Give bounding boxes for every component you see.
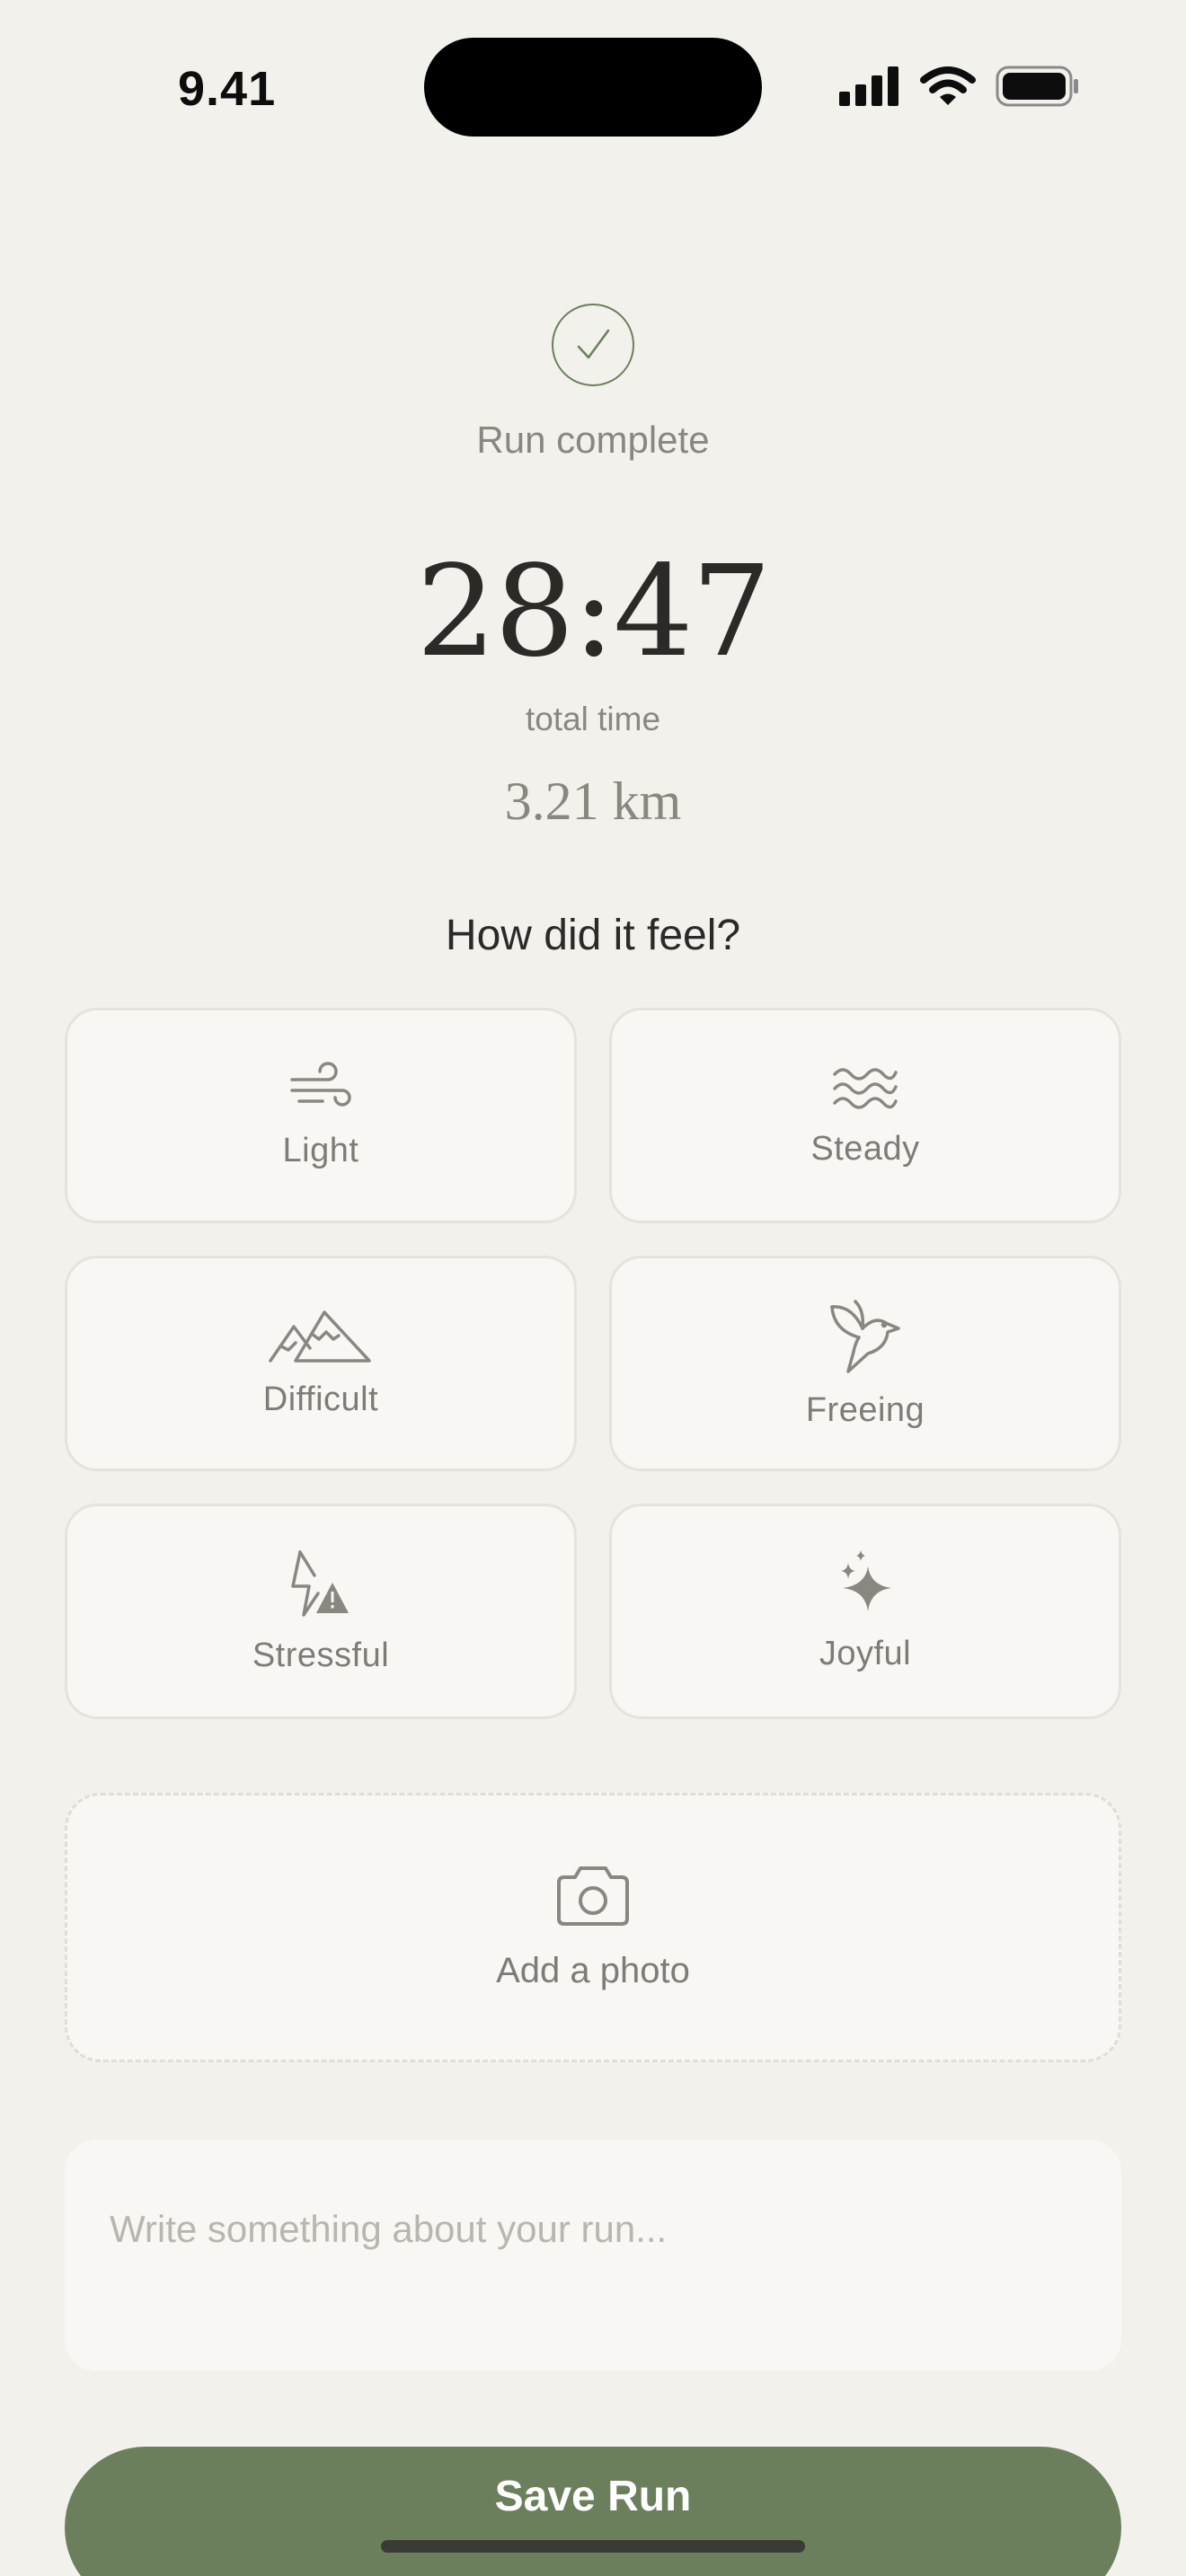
mood-question: How did it feel? (445, 912, 741, 959)
mood-option-freeing[interactable]: Freeing (609, 1256, 1121, 1471)
mood-option-difficult[interactable]: Difficult (65, 1256, 577, 1471)
mood-label: Freeing (805, 1390, 925, 1429)
battery-icon (996, 66, 1078, 107)
status-icons (839, 63, 1080, 110)
add-photo-label: Add a photo (496, 1950, 690, 1990)
add-photo-button[interactable]: Add a photo (65, 1793, 1121, 2062)
total-time-value: 28:47 (416, 539, 771, 685)
mood-label: Difficult (262, 1380, 379, 1418)
save-run-button[interactable]: Save Run (65, 2447, 1121, 2576)
wifi-icon (920, 66, 976, 105)
mountains-icon (269, 1310, 371, 1363)
sparkles-icon (841, 1549, 891, 1611)
mood-option-steady[interactable]: Steady (609, 1008, 1121, 1223)
status-time: 9.41 (178, 62, 277, 116)
mood-option-joyful[interactable]: Joyful (609, 1504, 1121, 1719)
mood-label: Steady (810, 1129, 920, 1168)
bird-icon (830, 1299, 900, 1373)
mood-option-light[interactable]: Light (65, 1008, 577, 1223)
camera-icon (557, 1866, 629, 1926)
mood-label: Light (282, 1131, 359, 1169)
mood-label: Joyful (819, 1634, 912, 1672)
wind-icon (290, 1061, 351, 1107)
mood-option-stressful[interactable]: Stressful (65, 1504, 577, 1719)
home-indicator (381, 2540, 805, 2553)
bolt-warning-icon (291, 1549, 349, 1617)
run-notes-input[interactable] (65, 2139, 1121, 2371)
dynamic-island (424, 38, 762, 137)
signal-bars-icon (839, 66, 898, 106)
total-time-label: total time (525, 701, 661, 737)
run-complete-label: Run complete (476, 419, 710, 461)
run-summary-screen: 9.41 Run complete 28:47 total time 3.21 … (0, 0, 1186, 2576)
checkmark-circle-icon (552, 304, 634, 386)
mood-grid: Light Steady Difficult Freeing Stressful… (65, 1008, 1121, 1719)
mood-label: Stressful (252, 1636, 390, 1674)
checkmark-icon (577, 329, 610, 359)
distance-value: 3.21 km (504, 772, 682, 831)
waves-icon (833, 1067, 898, 1109)
